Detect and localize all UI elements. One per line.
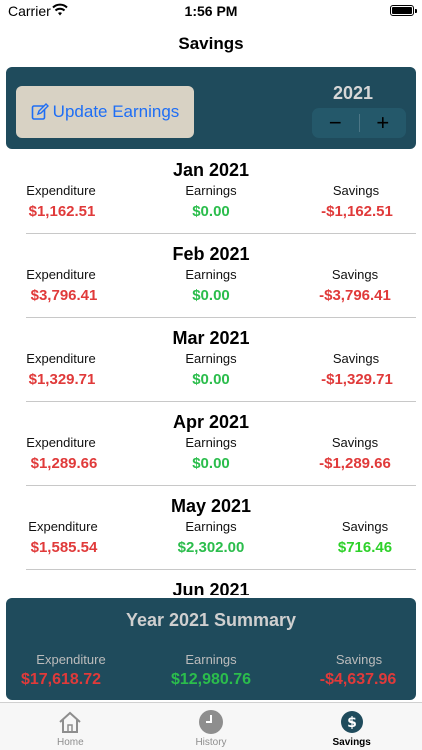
earnings-label: Earnings bbox=[185, 435, 237, 450]
tab-home-label: Home bbox=[56, 737, 84, 748]
svg-text:$: $ bbox=[347, 715, 357, 731]
month-row: Apr 2021 Expenditure Earnings Savings $1… bbox=[0, 402, 422, 486]
month-row: Jan 2021 Expenditure Earnings Savings $1… bbox=[0, 150, 422, 234]
tab-history[interactable]: History bbox=[141, 703, 282, 750]
tab-savings[interactable]: $ Savings bbox=[281, 703, 422, 750]
expenditure-value: $3,796.41 bbox=[30, 287, 98, 304]
dollar-icon: $ bbox=[339, 709, 365, 735]
earnings-label: Earnings bbox=[185, 351, 237, 366]
month-title: May 2021 bbox=[170, 496, 252, 516]
month-title: Apr 2021 bbox=[172, 412, 250, 432]
battery-icon bbox=[390, 5, 417, 16]
tab-bar: Home History $ Savings bbox=[0, 702, 422, 750]
expenditure-label: Expenditure bbox=[26, 435, 96, 450]
year-stepper[interactable]: − + bbox=[312, 108, 406, 138]
savings-value: -$3,796.41 bbox=[319, 287, 391, 304]
year-summary-card: Year 2021 Summary Expenditure Earnings S… bbox=[6, 598, 416, 700]
earnings-value: $0.00 bbox=[192, 455, 230, 472]
tab-home[interactable]: Home bbox=[0, 703, 141, 750]
savings-label: Savings bbox=[341, 519, 389, 534]
expenditure-value: $1,162.51 bbox=[28, 203, 96, 220]
year-label: 2021 bbox=[332, 83, 374, 103]
savings-label: Savings bbox=[331, 267, 379, 282]
update-earnings-button[interactable]: Update Earnings bbox=[16, 86, 194, 138]
status-bar: Carrier 1:56 PM bbox=[0, 0, 422, 24]
edit-icon bbox=[31, 103, 49, 120]
month-title: Jan 2021 bbox=[172, 160, 250, 180]
expenditure-label: Expenditure bbox=[26, 267, 96, 282]
summary-savings-value: -$4,637.96 bbox=[319, 671, 397, 688]
clock-icon bbox=[198, 709, 224, 735]
month-title: Feb 2021 bbox=[172, 244, 250, 264]
savings-value: -$1,289.66 bbox=[319, 455, 391, 472]
increment-year-button[interactable]: + bbox=[360, 108, 407, 138]
update-earnings-label: Update Earnings bbox=[52, 102, 180, 121]
savings-label: Savings bbox=[332, 183, 380, 198]
house-icon bbox=[57, 709, 83, 735]
expenditure-value: $1,329.71 bbox=[28, 371, 96, 388]
month-title: Mar 2021 bbox=[172, 328, 250, 348]
decrement-year-button[interactable]: − bbox=[312, 108, 359, 138]
expenditure-label: Expenditure bbox=[28, 519, 98, 534]
tab-savings-label: Savings bbox=[332, 737, 371, 748]
clock-time: 1:56 PM bbox=[184, 3, 238, 19]
expenditure-value: $1,585.54 bbox=[30, 539, 98, 556]
earnings-label: Earnings bbox=[185, 267, 237, 282]
month-row: Jun 2021 bbox=[0, 570, 422, 595]
month-row: May 2021 Expenditure Earnings Savings $1… bbox=[0, 486, 422, 570]
summary-earnings-value: $12,980.76 bbox=[170, 671, 252, 688]
summary-expenditure-label: Expenditure bbox=[36, 652, 106, 667]
earnings-value: $0.00 bbox=[192, 203, 230, 220]
savings-value: -$1,162.51 bbox=[321, 203, 393, 220]
page-title: Savings bbox=[178, 34, 244, 53]
expenditure-label: Expenditure bbox=[26, 183, 96, 198]
summary-earnings-label: Earnings bbox=[185, 652, 237, 667]
summary-expenditure-value: $17,618.72 bbox=[20, 671, 102, 688]
month-title: Jun 2021 bbox=[172, 580, 250, 595]
earnings-value: $2,302.00 bbox=[177, 539, 245, 556]
controls-card: Update Earnings 2021 − + bbox=[6, 67, 416, 149]
earnings-value: $0.00 bbox=[192, 371, 230, 388]
earnings-value: $0.00 bbox=[192, 287, 230, 304]
savings-label: Savings bbox=[332, 351, 380, 366]
month-row: Feb 2021 Expenditure Earnings Savings $3… bbox=[0, 234, 422, 318]
month-list[interactable]: Jan 2021 Expenditure Earnings Savings $1… bbox=[0, 150, 422, 595]
summary-savings-label: Savings bbox=[335, 652, 383, 667]
expenditure-value: $1,289.66 bbox=[30, 455, 98, 472]
earnings-label: Earnings bbox=[185, 183, 237, 198]
summary-title: Year 2021 Summary bbox=[125, 610, 297, 630]
savings-value: $716.46 bbox=[337, 539, 393, 556]
month-row: Mar 2021 Expenditure Earnings Savings $1… bbox=[0, 318, 422, 402]
earnings-label: Earnings bbox=[185, 519, 237, 534]
savings-value: -$1,329.71 bbox=[321, 371, 393, 388]
expenditure-label: Expenditure bbox=[26, 351, 96, 366]
savings-label: Savings bbox=[331, 435, 379, 450]
tab-history-label: History bbox=[195, 737, 227, 748]
